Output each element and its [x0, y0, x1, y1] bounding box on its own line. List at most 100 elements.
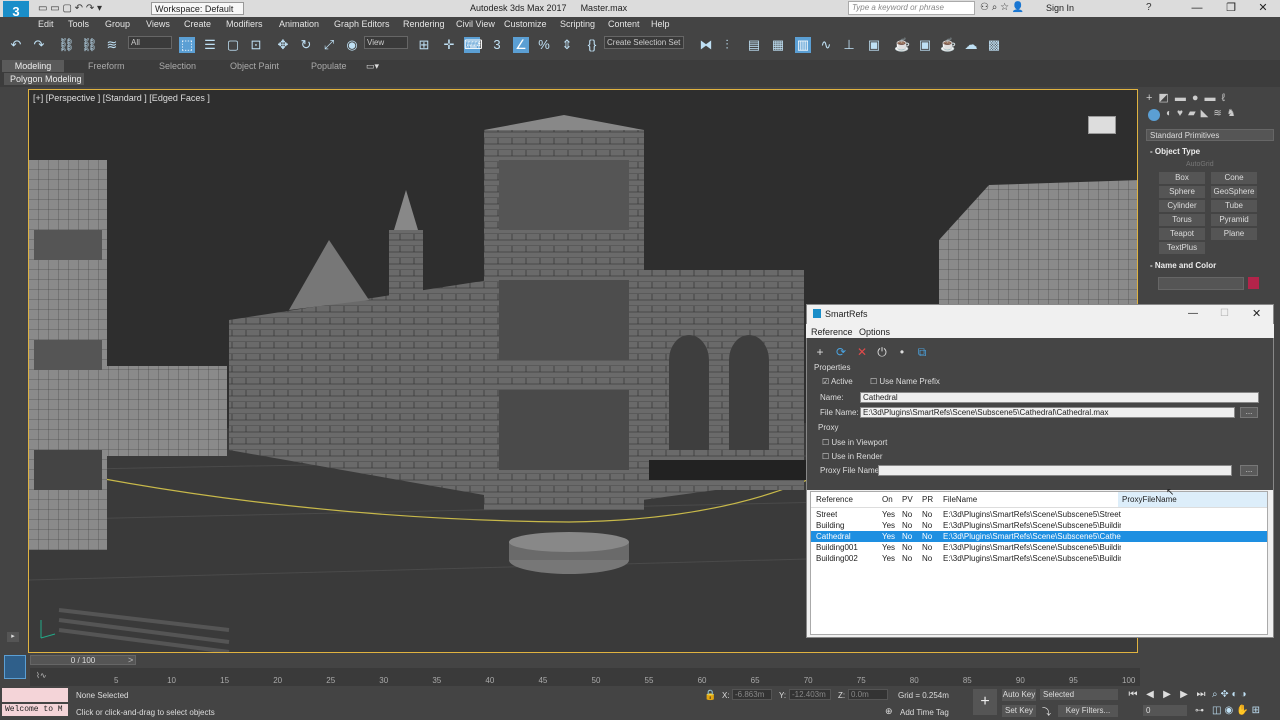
table-row[interactable]: Building Yes No No E:\3d\Plugins\SmartRefs\S…	[811, 520, 1267, 531]
time-slider[interactable]: 0 / 100	[30, 655, 136, 665]
column-reference[interactable]: Reference	[816, 495, 853, 504]
menu-group[interactable]: Group	[105, 19, 130, 29]
smartrefs-minimize-button[interactable]: —	[1188, 308, 1198, 319]
rotate-icon[interactable]: ↻	[298, 37, 314, 53]
browse-proxy-button[interactable]: ...	[1240, 465, 1258, 476]
select-by-name-icon[interactable]: ☰	[202, 37, 218, 53]
tab-modeling[interactable]: Modeling	[2, 60, 64, 72]
material-editor-icon[interactable]: ▣	[866, 37, 882, 53]
menu-scripting[interactable]: Scripting	[560, 19, 595, 29]
unlink-icon[interactable]: ⛓	[81, 37, 98, 53]
schematic-view-icon[interactable]: ⊥	[841, 37, 857, 53]
reference-coordinate-dropdown[interactable]: View	[364, 36, 408, 49]
torus-button[interactable]: Torus	[1159, 214, 1205, 226]
render-setup-icon[interactable]: ☕	[894, 37, 910, 53]
menu-civil-view[interactable]: Civil View	[456, 19, 495, 29]
render-online-icon[interactable]: ☁	[963, 37, 979, 53]
cone-button[interactable]: Cone	[1211, 172, 1257, 184]
redo-icon[interactable]: ↷	[31, 37, 47, 53]
color-swatch[interactable]	[1248, 277, 1259, 289]
menu-modifiers[interactable]: Modifiers	[226, 19, 263, 29]
key-mode-icon[interactable]: ⤵	[1042, 705, 1051, 718]
goto-start-icon[interactable]: ⏮	[1126, 689, 1140, 701]
pivot-icon[interactable]: ⊞	[416, 37, 432, 53]
manipulate-icon[interactable]: ✛	[441, 37, 457, 53]
move-icon[interactable]: ✥	[275, 37, 291, 53]
table-row[interactable]: Street Yes No No E:\3d\Plugins\SmartRefs\Sce…	[811, 509, 1267, 520]
column-pr[interactable]: PR	[922, 495, 933, 504]
column-pv[interactable]: PV	[902, 495, 913, 504]
viewport-navigation-icons-2[interactable]: ◫◉✋⊞	[1212, 705, 1263, 716]
menu-create[interactable]: Create	[184, 19, 211, 29]
key-mode-toggle-icon[interactable]: ⊶	[1195, 705, 1204, 716]
use-in-viewport-checkbox[interactable]: ☐ Use in Viewport	[822, 438, 887, 447]
key-selection-dropdown[interactable]: Selected	[1040, 689, 1118, 700]
set-key-button[interactable]: Set Key	[1002, 705, 1036, 717]
track-bar[interactable]	[30, 668, 1140, 686]
angle-snap-icon[interactable]: ∠	[513, 37, 529, 53]
edit-named-selection-icon[interactable]: {}	[584, 37, 600, 53]
z-coordinate-field[interactable]: 0.0m	[848, 689, 888, 700]
object-type-heading[interactable]: - Object Type	[1150, 147, 1200, 156]
named-selection-dropdown[interactable]: Create Selection Set	[604, 36, 684, 49]
goto-end-icon[interactable]: ⏭	[1194, 689, 1208, 701]
search-input[interactable]: Type a keyword or phrase	[848, 1, 975, 15]
scale-icon[interactable]: ⤢	[321, 37, 337, 53]
browse-file-button[interactable]: ...	[1240, 407, 1258, 418]
lock-selection-icon[interactable]: 🔒	[704, 690, 716, 701]
smartrefs-maximize-button[interactable]: ☐	[1220, 308, 1229, 319]
object-name-field[interactable]	[1158, 277, 1244, 290]
time-tag-icon[interactable]: ⊕	[885, 706, 893, 717]
menu-animation[interactable]: Animation	[279, 19, 319, 29]
menu-graph-editors[interactable]: Graph Editors	[334, 19, 390, 29]
undo-icon[interactable]: ↶	[8, 37, 24, 53]
primitives-dropdown[interactable]: Standard Primitives	[1146, 129, 1274, 141]
command-panel-tabs[interactable]: +◩▬●▬ℓ	[1146, 91, 1231, 104]
a360-icon[interactable]: ▩	[986, 37, 1002, 53]
scene-explorer-icon[interactable]: ▦	[770, 37, 786, 53]
box-button[interactable]: Box	[1159, 172, 1205, 184]
help-icon[interactable]: ?	[1146, 2, 1152, 13]
add-reference-icon[interactable]: +	[813, 345, 827, 359]
active-checkbox[interactable]: ☑ Active	[822, 377, 853, 386]
next-frame-icon[interactable]: ▶	[1177, 689, 1191, 701]
rendered-frame-icon[interactable]: ▣	[917, 37, 933, 53]
remove-icon[interactable]: ✕	[855, 345, 869, 359]
window-crossing-icon[interactable]: ⊡	[248, 37, 264, 53]
x-coordinate-field[interactable]: -6.863m	[732, 689, 772, 700]
curve-editor-mini-icon[interactable]: ⌇∿	[36, 671, 47, 680]
selection-filter-dropdown[interactable]: All	[128, 36, 172, 49]
viewcube[interactable]	[1088, 116, 1116, 134]
align-icon[interactable]: ⫶	[719, 37, 735, 53]
maxscript-mini-listener[interactable]: Welcome to M	[2, 704, 68, 716]
geosphere-button[interactable]: GeoSphere	[1211, 186, 1257, 198]
name-field[interactable]: Cathedral	[860, 392, 1259, 403]
auto-key-button[interactable]: Auto Key	[1002, 689, 1036, 701]
curve-editor-icon[interactable]: ∿	[818, 37, 834, 53]
use-in-render-checkbox[interactable]: ☐ Use in Render	[822, 452, 883, 461]
table-row[interactable]: Building001 Yes No No E:\3d\Plugins\SmartRef…	[811, 542, 1267, 553]
table-row[interactable]: Building002 Yes No No E:\3d\Plugins\SmartRef…	[811, 553, 1267, 564]
menu-rendering[interactable]: Rendering	[403, 19, 445, 29]
close-button[interactable]: ✕	[1248, 1, 1278, 16]
use-name-prefix-checkbox[interactable]: ☐ Use Name Prefix	[870, 377, 940, 386]
layer-manager-icon[interactable]: ▤	[746, 37, 762, 53]
spinner-snap-icon[interactable]: ⇕	[559, 37, 575, 53]
mirror-icon[interactable]: ⧓	[698, 37, 714, 53]
proxy-icon[interactable]: ⧉	[915, 345, 929, 359]
geometry-icon[interactable]	[1148, 109, 1160, 121]
keyboard-shortcut-icon[interactable]: ⌨	[464, 37, 483, 53]
maximize-button[interactable]: ❐	[1216, 1, 1246, 16]
table-row-selected[interactable]: Cathedral Yes No No E:\3d\Plugins\SmartRefs\…	[811, 531, 1267, 542]
smartrefs-menu-reference[interactable]: Reference	[811, 327, 853, 337]
percent-snap-icon[interactable]: %	[536, 37, 552, 53]
cylinder-button[interactable]: Cylinder	[1159, 200, 1205, 212]
tab-freeform[interactable]: Freeform	[88, 61, 125, 71]
current-frame-field[interactable]: 0	[1143, 705, 1187, 716]
select-object-icon[interactable]: ⬚	[179, 37, 195, 53]
plane-button[interactable]: Plane	[1211, 228, 1257, 240]
column-filename[interactable]: FileName	[943, 495, 977, 504]
key-filters-button[interactable]: Key Filters...	[1058, 705, 1118, 717]
tab-object-paint[interactable]: Object Paint	[230, 61, 279, 71]
link-icon[interactable]: ⛓	[58, 37, 75, 53]
